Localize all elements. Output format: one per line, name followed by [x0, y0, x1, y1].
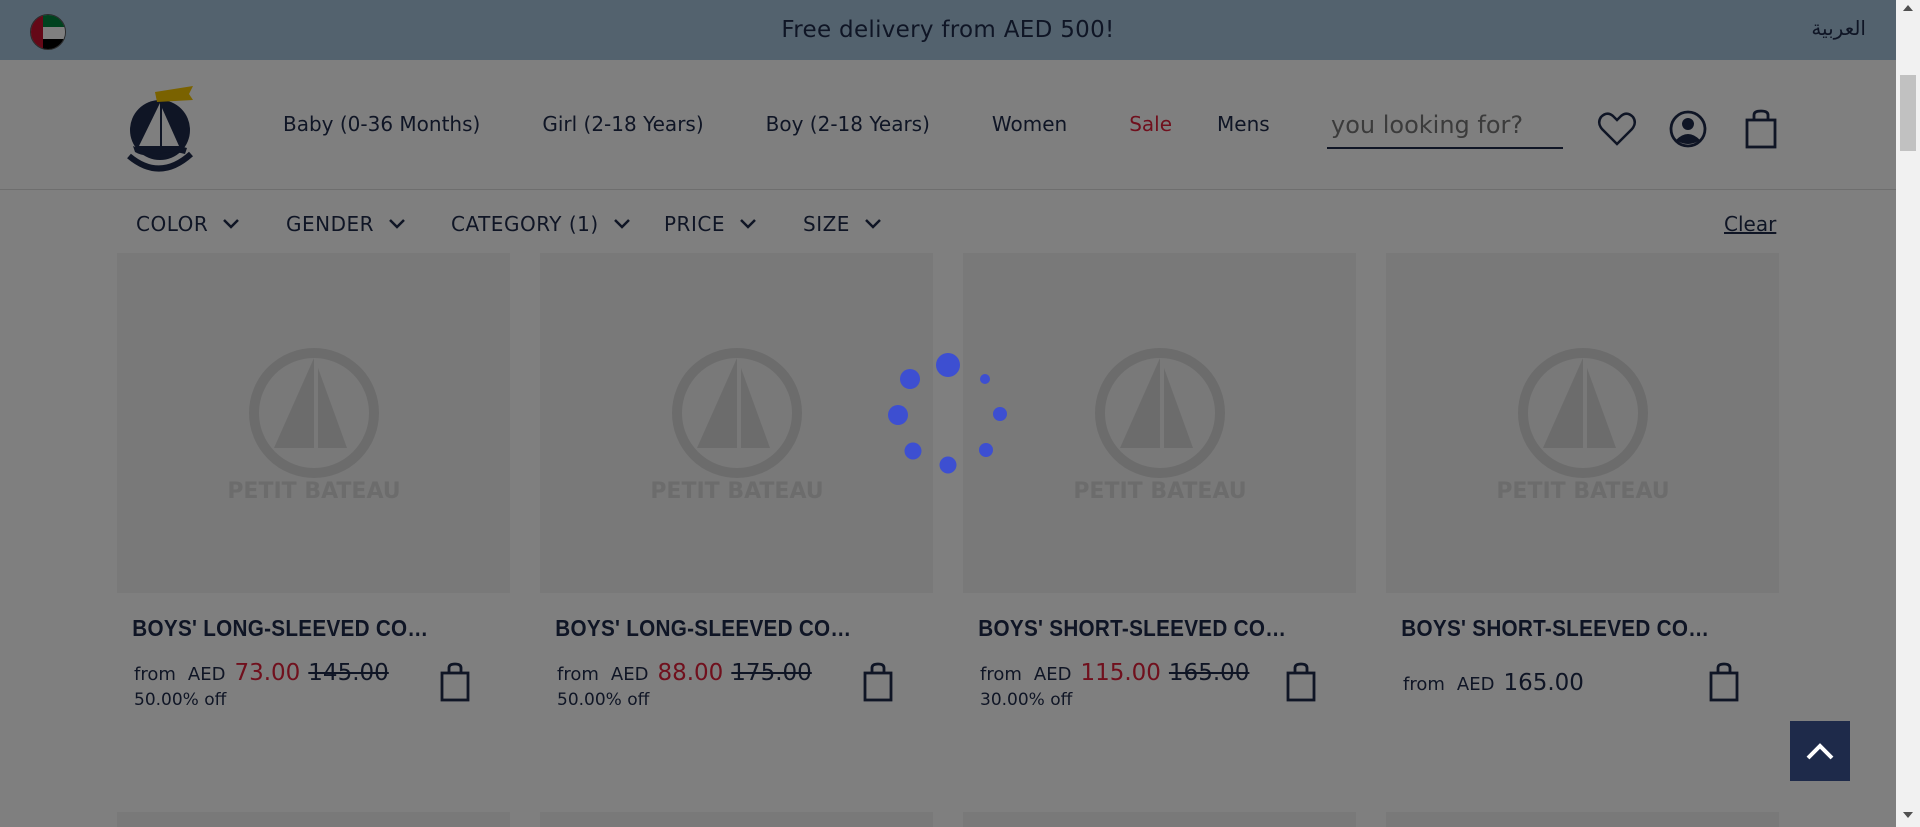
back-to-top-button[interactable] — [1790, 721, 1850, 781]
spinner-icon — [888, 353, 1007, 474]
scrollbar-thumb[interactable] — [1900, 75, 1916, 151]
scroll-down-arrow[interactable] — [1903, 812, 1913, 818]
chevron-up-icon — [1806, 743, 1834, 760]
scroll-up-arrow[interactable] — [1903, 5, 1913, 11]
page-scrollbar[interactable] — [1896, 0, 1920, 827]
